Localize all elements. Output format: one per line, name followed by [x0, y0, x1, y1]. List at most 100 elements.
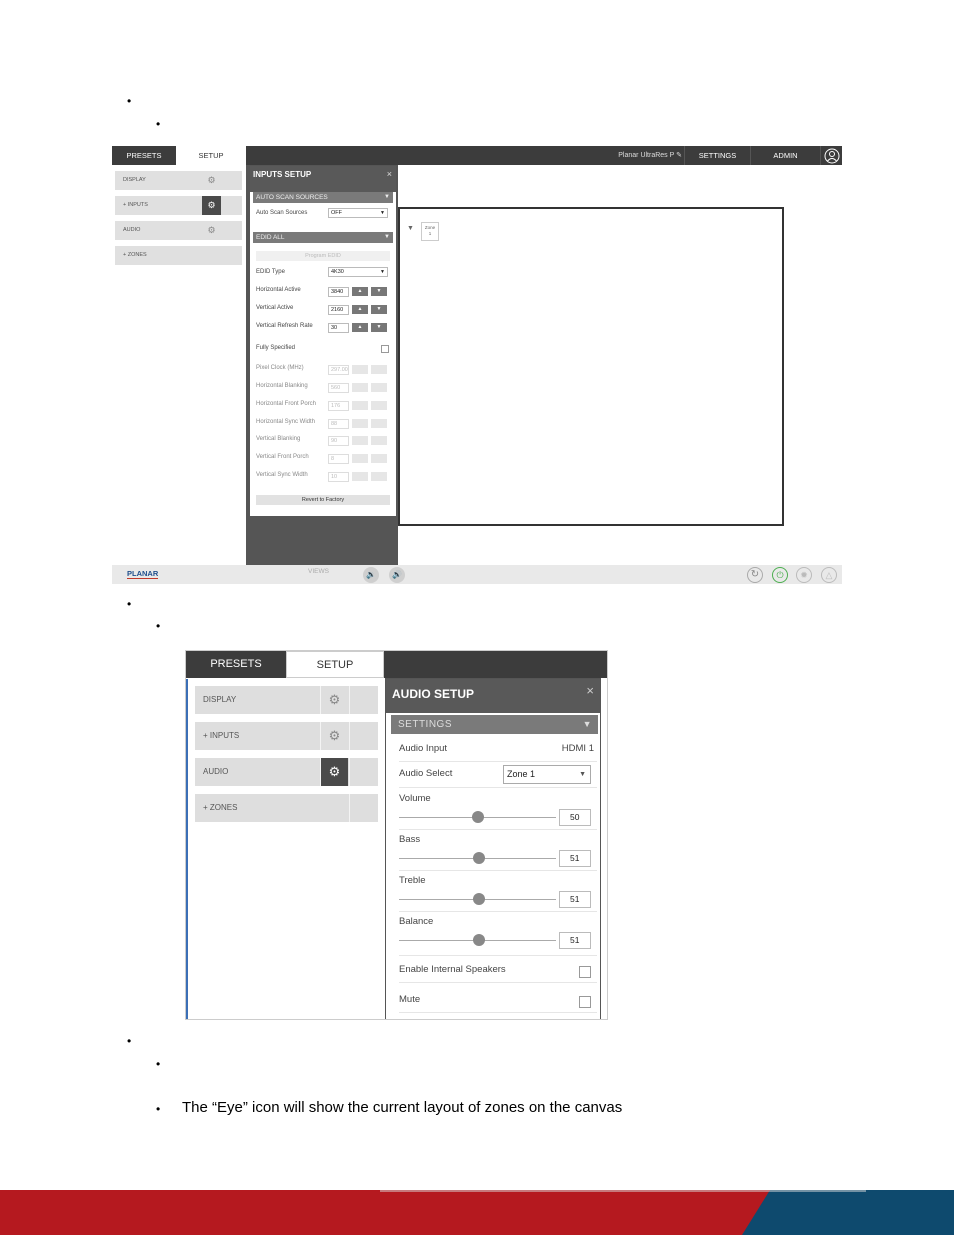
volume-up-icon[interactable]: 🔊: [389, 567, 405, 583]
audio-input-label: Audio Input: [399, 743, 448, 754]
display-outline[interactable]: [398, 207, 784, 526]
increment-button[interactable]: ▲: [352, 305, 368, 314]
fully-specified-label: Fully Specified: [256, 345, 296, 351]
sidebar-item-inputs[interactable]: + INPUTS ⚙: [195, 722, 378, 750]
bass-slider-handle[interactable]: [473, 852, 486, 864]
sidebar-item-label: + INPUTS: [123, 202, 148, 208]
decrement-button: [371, 365, 387, 374]
views-button[interactable]: VIEWS: [308, 568, 329, 575]
v-refresh-input[interactable]: 30: [328, 323, 349, 333]
edid-type-label: EDID Type: [256, 269, 285, 275]
sidebar-item-display[interactable]: DISPLAY ⚙: [195, 686, 378, 714]
v-front-porch-label: Vertical Front Porch: [256, 454, 309, 460]
gear-icon[interactable]: ⚙: [202, 196, 221, 215]
decrement-button: [371, 472, 387, 481]
user-icon[interactable]: [820, 146, 842, 165]
device-name-label: Planar UltraRes P: [618, 152, 675, 159]
zone-number: 1: [428, 231, 432, 236]
enable-speakers-checkbox[interactable]: [579, 966, 591, 978]
fully-specified-checkbox[interactable]: [381, 345, 389, 353]
sidebar-item-inputs[interactable]: + INPUTS ⚙: [115, 196, 242, 215]
decrement-button[interactable]: ▼: [371, 287, 387, 296]
chevron-down-icon: ▼: [582, 719, 592, 729]
sidebar-item-display[interactable]: DISPLAY ⚙: [115, 171, 242, 190]
auto-scan-select[interactable]: OFF ▼: [328, 208, 388, 218]
close-icon[interactable]: ×: [586, 683, 594, 698]
treble-slider-handle[interactable]: [473, 893, 486, 905]
close-icon[interactable]: ×: [387, 169, 392, 179]
power-icon[interactable]: ⏻: [772, 567, 788, 583]
tab-presets[interactable]: PRESETS: [186, 651, 286, 678]
gear-icon[interactable]: ⚙: [320, 722, 348, 750]
pixel-clock-label: Pixel Clock (MHz): [256, 365, 304, 371]
sidebar-item-zones[interactable]: + ZONES: [195, 794, 378, 822]
tab-setup[interactable]: SETUP: [176, 146, 246, 165]
balance-value-input[interactable]: 51: [559, 932, 591, 949]
gear-icon[interactable]: ⚙: [202, 221, 221, 240]
tab-setup[interactable]: SETUP: [286, 651, 384, 678]
v-blanking-label: Vertical Blanking: [256, 436, 301, 442]
bell-icon[interactable]: △: [821, 567, 837, 583]
gear-icon[interactable]: ⚙: [202, 171, 221, 190]
select-value: Zone 1: [507, 769, 536, 779]
tab-presets[interactable]: PRESETS: [112, 146, 176, 165]
volume-slider-handle[interactable]: [471, 811, 484, 823]
sidebar: DISPLAY ⚙ + INPUTS ⚙ AUDIO ⚙ + ZONES: [112, 165, 246, 565]
decrement-button: [371, 401, 387, 410]
sidebar-item-audio[interactable]: AUDIO ⚙: [195, 758, 378, 786]
bass-value-input[interactable]: 51: [559, 850, 591, 867]
increment-button[interactable]: ▲: [352, 323, 368, 332]
settings-button[interactable]: SETTINGS: [684, 146, 750, 165]
accent-line: [186, 679, 188, 1019]
decrement-button: [371, 419, 387, 428]
sidebar-item-label: + ZONES: [123, 252, 147, 258]
h-active-input[interactable]: 3840: [328, 287, 349, 297]
sidebar-item-spacer: [349, 686, 378, 714]
h-front-porch-label: Horizontal Front Porch: [256, 401, 317, 407]
bullet: •: [127, 597, 132, 611]
section-edid-all[interactable]: EDID ALL ▼: [253, 232, 393, 243]
treble-value-input[interactable]: 51: [559, 891, 591, 908]
decrement-button[interactable]: ▼: [371, 323, 387, 332]
pencil-icon[interactable]: ✎: [676, 152, 682, 159]
sidebar-item-audio[interactable]: AUDIO ⚙: [115, 221, 242, 240]
audio-select-dropdown[interactable]: Zone 1 ▼: [503, 765, 591, 784]
refresh-icon[interactable]: ↻: [747, 567, 763, 583]
increment-button[interactable]: ▲: [352, 287, 368, 296]
v-active-input[interactable]: 2160: [328, 305, 349, 315]
v-front-porch-input: 8: [328, 454, 349, 464]
volume-value-input[interactable]: 50: [559, 809, 591, 826]
section-auto-scan[interactable]: AUTO SCAN SOURCES ▼: [253, 192, 393, 203]
volume-down-icon[interactable]: 🔉: [363, 567, 379, 583]
program-edid-button[interactable]: Program EDID: [256, 251, 390, 261]
sidebar-item-label: DISPLAY: [123, 177, 146, 183]
increment-button: [352, 436, 368, 445]
select-value: OFF: [331, 210, 342, 216]
zone-tile[interactable]: Zone 1: [421, 222, 439, 241]
mute-checkbox[interactable]: [579, 996, 591, 1008]
fan-icon[interactable]: ✹: [796, 567, 812, 583]
increment-button: [352, 383, 368, 392]
pixel-clock-input: 297.00: [328, 365, 349, 375]
audio-select-label: Audio Select: [399, 768, 453, 779]
edid-type-select[interactable]: 4K30 ▼: [328, 267, 388, 277]
balance-slider-handle[interactable]: [473, 934, 486, 946]
zone-dropdown-icon[interactable]: ▼: [407, 225, 414, 232]
v-sync-width-input: 10: [328, 472, 349, 482]
sidebar-item-zones[interactable]: + ZONES: [115, 246, 242, 265]
gear-icon[interactable]: ⚙: [320, 686, 348, 714]
gear-icon[interactable]: ⚙: [320, 758, 348, 786]
divider: [399, 911, 597, 912]
canvas-edge: [600, 678, 607, 1019]
bullet: •: [156, 1057, 161, 1071]
audio-input-value: HDMI 1: [561, 743, 594, 754]
h-active-label: Horizontal Active: [256, 287, 301, 293]
decrement-button[interactable]: ▼: [371, 305, 387, 314]
section-settings[interactable]: SETTINGS ▼: [391, 715, 598, 734]
v-active-label: Vertical Active: [256, 305, 294, 311]
admin-button[interactable]: ADMIN: [750, 146, 820, 165]
revert-to-factory-button[interactable]: Revert to Factory: [256, 495, 390, 505]
h-front-porch-input: 176: [328, 401, 349, 411]
device-name[interactable]: Planar UltraRes P ✎: [592, 146, 682, 165]
divider: [399, 1012, 597, 1013]
